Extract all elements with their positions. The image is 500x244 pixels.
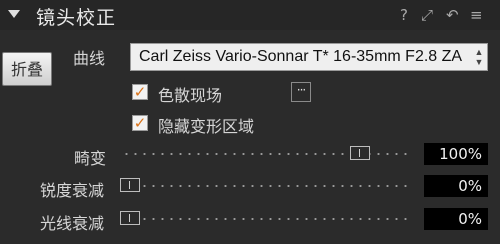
hide-deform-label: 隐藏变形区域 bbox=[158, 117, 255, 136]
hide-deform-checkbox[interactable]: ✓ bbox=[132, 115, 148, 131]
light-falloff-value[interactable]: 0% bbox=[424, 208, 488, 230]
fold-button[interactable]: 折叠 bbox=[2, 52, 52, 86]
sharpness-falloff-label: 锐度衰减 bbox=[40, 181, 105, 200]
lens-select[interactable]: Carl Zeiss Vario-Sonnar T* 16-35mm F2.8 … bbox=[130, 43, 488, 71]
distortion-label: 畸变 bbox=[74, 149, 107, 168]
select-arrows-icon: ▲ ▼ bbox=[471, 44, 487, 70]
distortion-thumb[interactable] bbox=[350, 146, 370, 160]
light-falloff-track[interactable] bbox=[122, 218, 408, 220]
panel-header: 镜头校正 ? ⤢ ↶ ≡ bbox=[0, 0, 500, 30]
panel-title: 镜头校正 bbox=[36, 7, 117, 29]
help-icon[interactable]: ? bbox=[400, 5, 408, 25]
sharpness-falloff-thumb[interactable] bbox=[120, 178, 140, 192]
expand-icon[interactable]: ⤢ bbox=[421, 5, 433, 25]
menu-icon[interactable]: ≡ bbox=[470, 5, 483, 25]
collapse-triangle-icon[interactable] bbox=[8, 10, 20, 18]
chromatic-checkbox[interactable]: ✓ bbox=[132, 84, 148, 100]
chromatic-label: 色散现场 bbox=[158, 86, 223, 105]
light-falloff-label: 光线衰减 bbox=[40, 214, 105, 233]
sharpness-falloff-value[interactable]: 0% bbox=[424, 175, 488, 197]
sharpness-falloff-track[interactable] bbox=[122, 185, 408, 187]
curve-label: 曲线 bbox=[73, 49, 106, 68]
distortion-value[interactable]: 100% bbox=[424, 143, 488, 165]
more-options-button[interactable]: ··· bbox=[291, 82, 311, 102]
light-falloff-thumb[interactable] bbox=[120, 211, 140, 225]
reset-icon[interactable]: ↶ bbox=[446, 5, 459, 25]
lens-select-value: Carl Zeiss Vario-Sonnar T* 16-35mm F2.8 … bbox=[139, 48, 463, 65]
